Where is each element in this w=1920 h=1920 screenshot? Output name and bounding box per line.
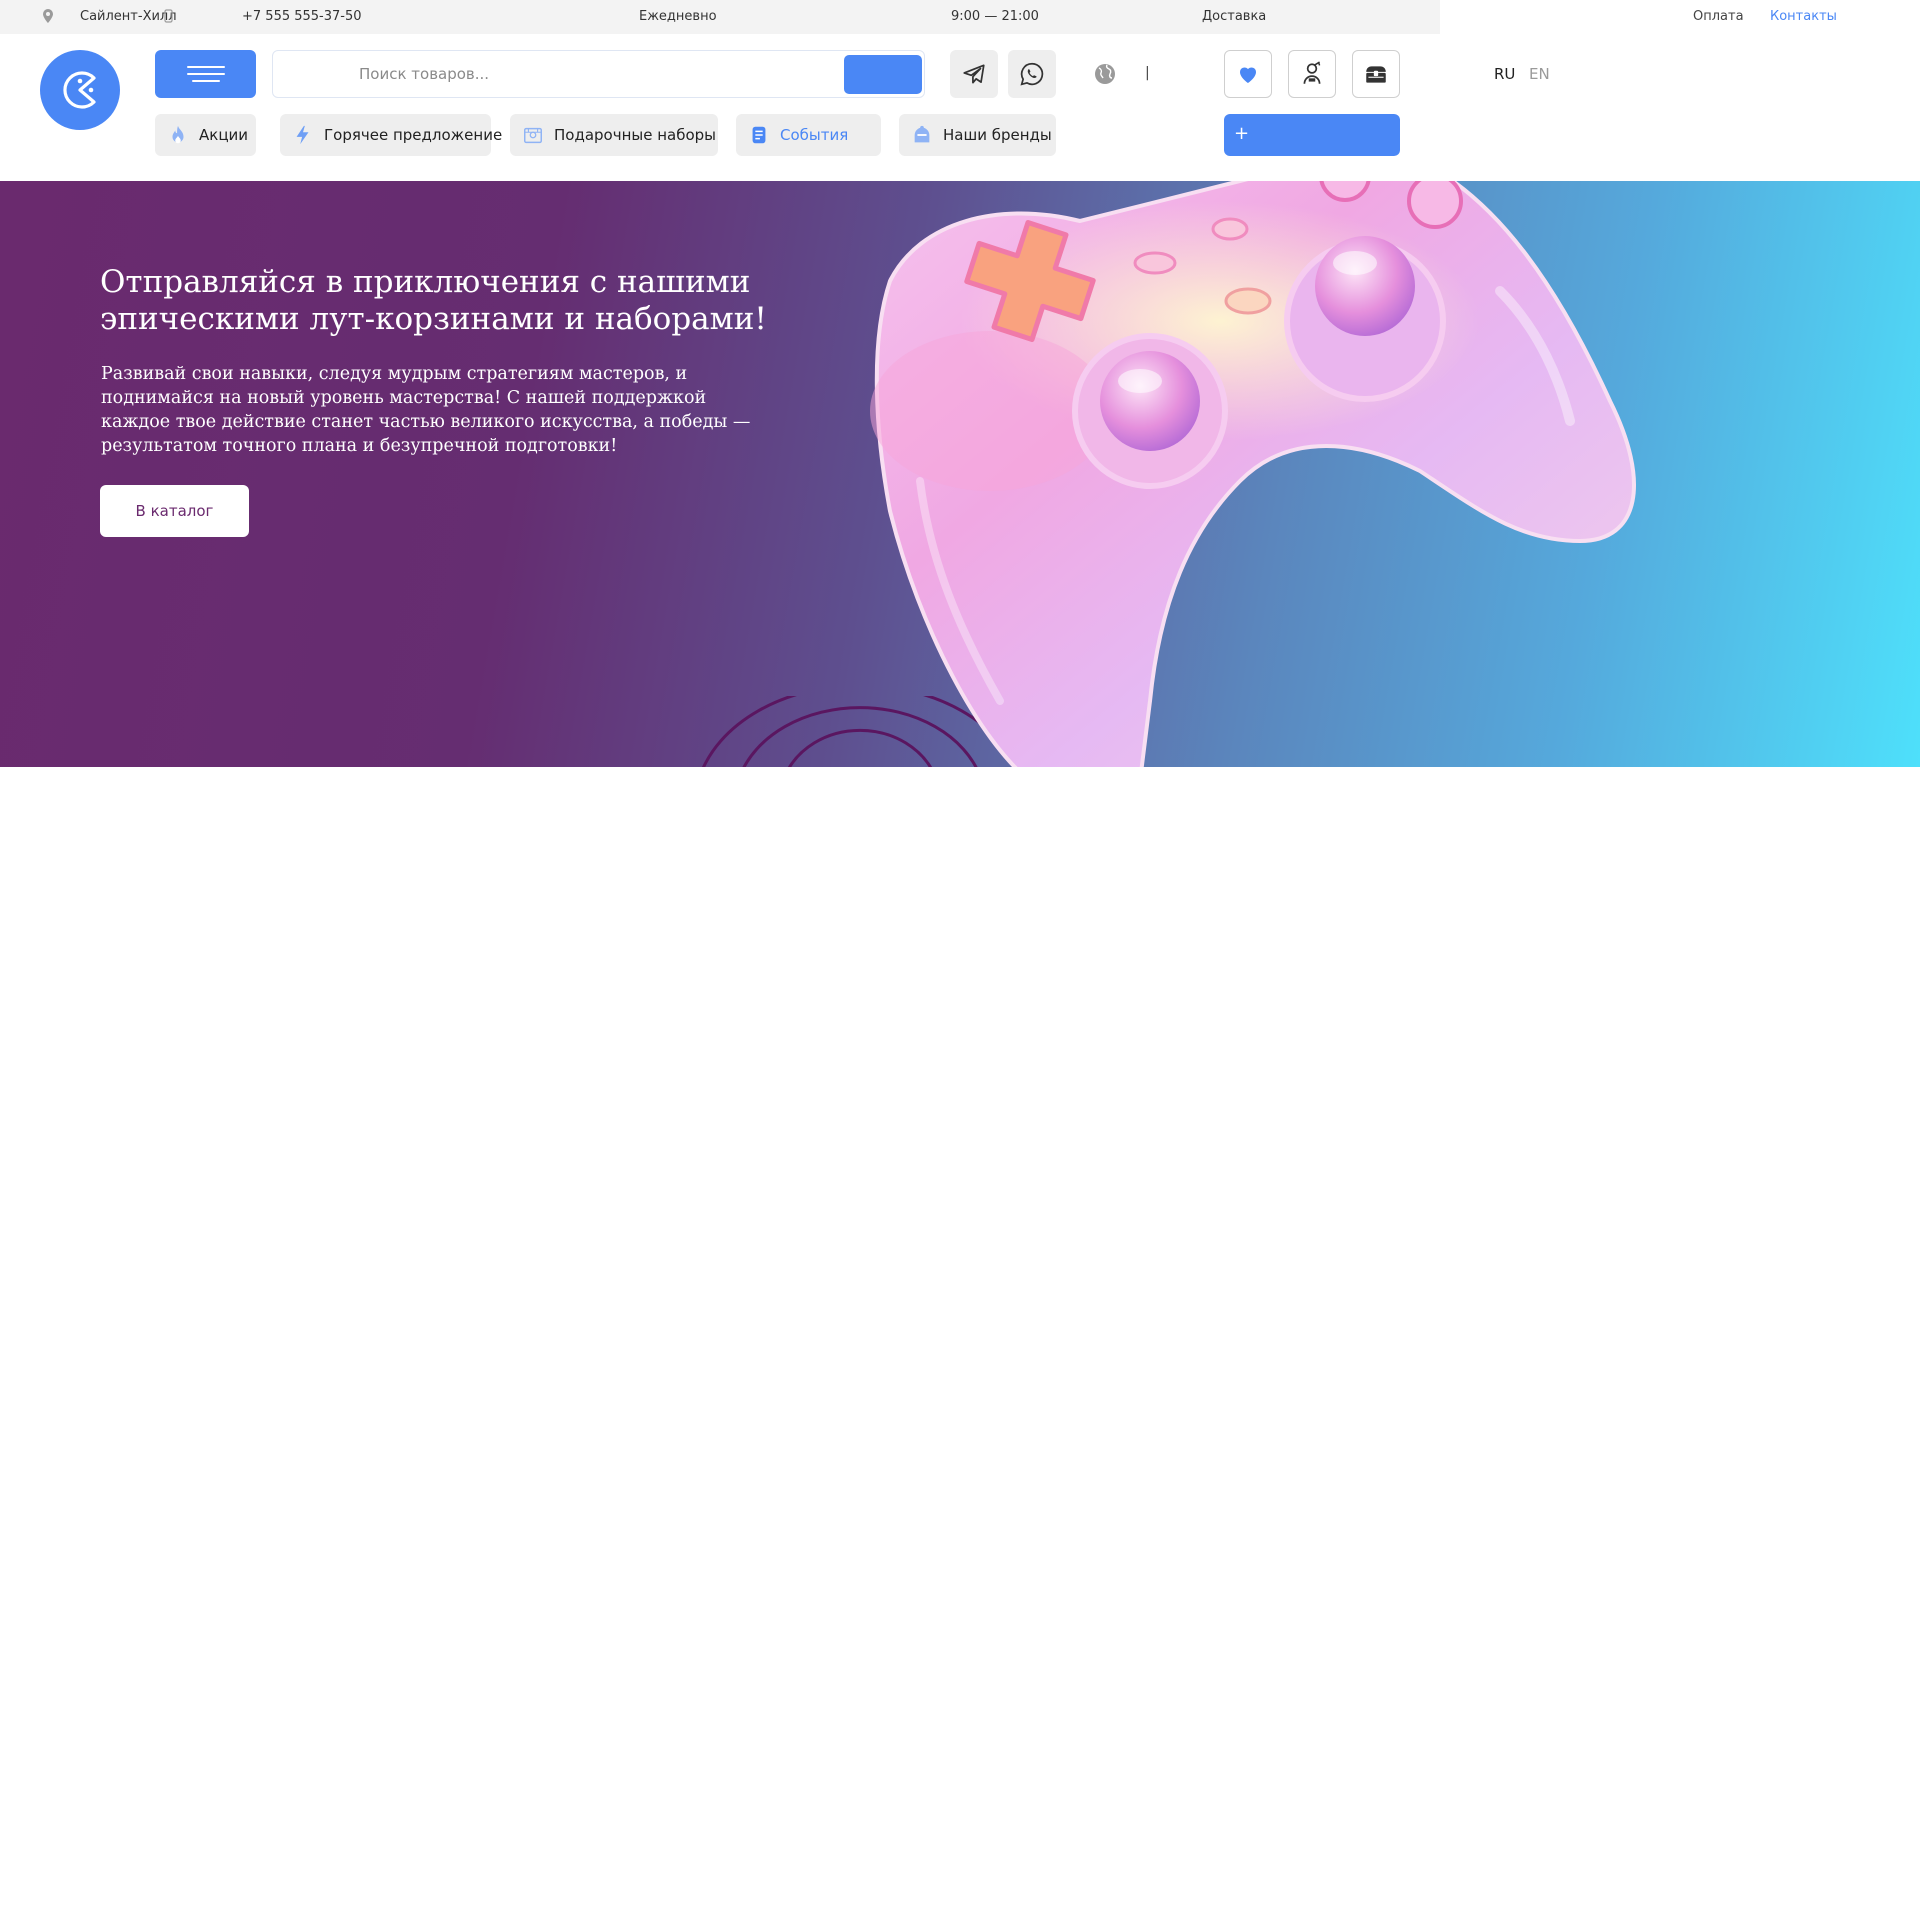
add-button[interactable]: + xyxy=(1224,114,1400,156)
gamepad-illustration xyxy=(870,181,1636,767)
account-button[interactable] xyxy=(1288,50,1336,98)
divider: | xyxy=(1145,65,1150,81)
hero-banner: Отправляйся в приключения с нашими эпиче… xyxy=(0,181,1920,767)
nav-item-brands[interactable]: Наши бренды xyxy=(899,114,1056,156)
hero-title: Отправляйся в приключения с нашими эпиче… xyxy=(100,264,767,337)
lightning-icon xyxy=(296,125,309,145)
nav-item-hot-offer[interactable]: Горячее предложение xyxy=(280,114,502,156)
lang-ru[interactable]: RU xyxy=(1494,65,1515,83)
nav-item-events[interactable]: События xyxy=(736,114,881,156)
scroll-icon xyxy=(752,126,766,144)
search-box xyxy=(272,50,925,98)
nav-item-label: Горячее предложение xyxy=(324,126,503,144)
cart-button[interactable] xyxy=(1352,50,1400,98)
phone-number[interactable]: +7 555 555-37-50 xyxy=(242,9,362,24)
treasure-chest-icon xyxy=(1366,66,1386,83)
location-pin-icon xyxy=(43,9,53,23)
topbar-link-contacts[interactable]: Контакты xyxy=(1770,9,1837,24)
topbar-link-delivery[interactable]: Доставка xyxy=(1202,9,1266,24)
pacman-logo-icon xyxy=(63,71,96,109)
search-button[interactable] xyxy=(844,55,922,94)
nav-item-label: Акции xyxy=(199,126,249,144)
working-hours: 9:00 — 21:00 xyxy=(951,9,1039,24)
schedule-label: Ежедневно xyxy=(639,9,717,24)
whatsapp-icon xyxy=(1020,62,1044,86)
phone-icon xyxy=(164,9,173,23)
logo[interactable] xyxy=(40,50,120,130)
whatsapp-button[interactable] xyxy=(1008,50,1056,98)
nav-item-gift-sets[interactable]: Подарочные наборы xyxy=(510,114,718,156)
fire-icon xyxy=(172,125,184,144)
lang-en[interactable]: EN xyxy=(1529,65,1550,83)
telegram-button[interactable] xyxy=(950,50,998,98)
globe-icon[interactable] xyxy=(1093,62,1117,86)
top-info-bar: Сайлент-Хилл +7 555 555-37-50 Ежедневно … xyxy=(0,0,1440,34)
catalog-cta-button[interactable]: В каталог xyxy=(100,485,249,537)
heart-icon xyxy=(1240,67,1256,83)
nav-item-label: События xyxy=(780,126,849,144)
search-input[interactable] xyxy=(293,59,833,89)
nav-item-label: Подарочные наборы xyxy=(554,126,717,144)
catalog-menu-button[interactable] xyxy=(155,50,256,98)
gift-box-icon xyxy=(524,127,542,144)
topbar-link-payment[interactable]: Оплата xyxy=(1693,9,1744,24)
nav-item-promotions[interactable]: Акции xyxy=(155,114,256,156)
nav-item-label: Наши бренды xyxy=(943,126,1052,144)
telegram-icon xyxy=(963,64,985,84)
hero-description: Развивай свои навыки, следуя мудрым стра… xyxy=(101,364,751,456)
knight-helmet-icon xyxy=(914,125,930,143)
adventurer-icon xyxy=(1303,61,1321,84)
favorites-button[interactable] xyxy=(1224,50,1272,98)
